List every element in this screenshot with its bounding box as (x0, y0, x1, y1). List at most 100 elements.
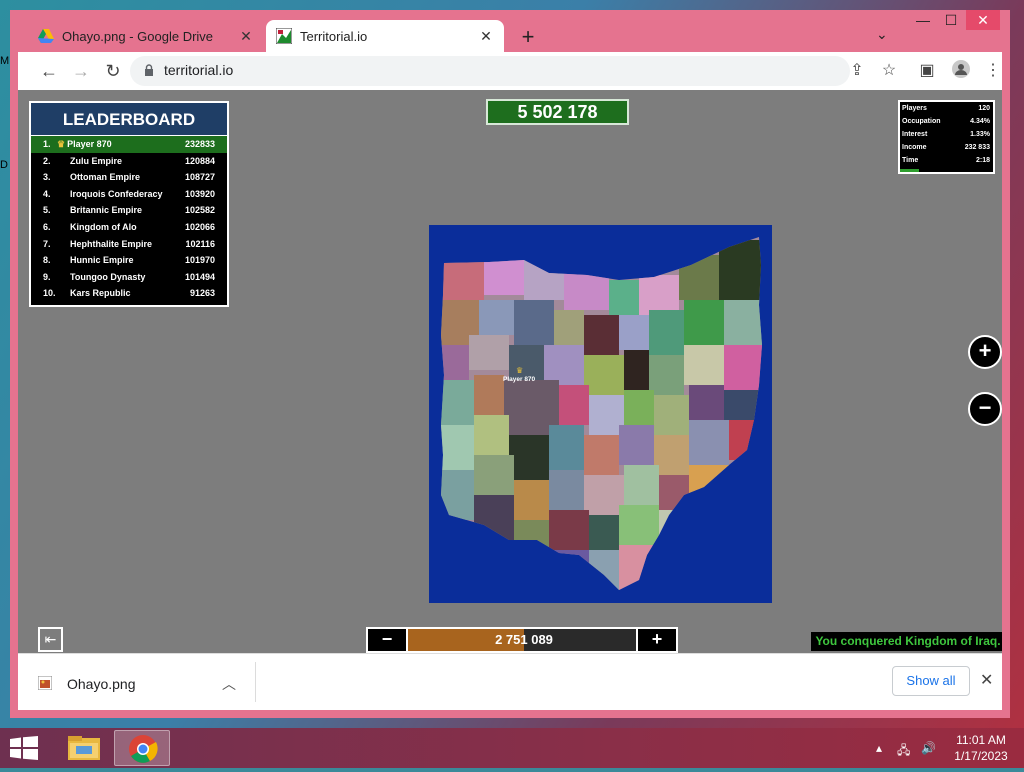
leaderboard-rows: 1. ♛ Player 870 232833 2. Zulu Empire 120884 3.… (31, 136, 227, 302)
attack-slider[interactable]: − 2 751 089 + (366, 627, 678, 653)
attack-increase-button[interactable]: + (636, 629, 676, 651)
zoom-out-button[interactable]: − (968, 392, 1002, 426)
tab-close-icon[interactable]: ✕ (478, 28, 494, 45)
territory-map[interactable] (429, 225, 772, 603)
game-map[interactable]: ♛ Player 870 (429, 225, 772, 603)
browser-toolbar: ← → ↻ territorial.io ⇪ ☆ ▣ ⋮ (18, 52, 1002, 90)
show-all-button[interactable]: Show all (892, 666, 970, 696)
address-bar[interactable]: territorial.io (130, 56, 850, 86)
game-viewport[interactable]: LEADERBOARD 1. ♛ Player 870 232833 2. Zulu Em… (18, 90, 1002, 653)
download-bar: Ohayo.png ︿ Show all ✕ (18, 653, 1002, 710)
stats-row: Interest 1.33% (900, 128, 993, 141)
stats-row: Time 2:18 (900, 154, 993, 167)
image-file-icon (38, 676, 52, 690)
leaderboard-name-text: Kars Republic (70, 288, 131, 299)
tab-title: Ohayo.png - Google Drive (62, 28, 214, 44)
leaderboard-name-text: Player 870 (67, 139, 112, 149)
leaderboard-value: 102582 (184, 205, 215, 216)
leaderboard: LEADERBOARD 1. ♛ Player 870 232833 2. Zulu Em… (29, 101, 229, 307)
forward-arrow-icon[interactable]: → (70, 60, 92, 82)
tab-title: Territorial.io (300, 28, 368, 44)
leaderboard-name-text: Hephthalite Empire (70, 238, 153, 249)
crown-icon: ♛ (57, 139, 66, 149)
side-panel-icon[interactable]: ▣ (916, 60, 938, 80)
leaderboard-row: 2. Zulu Empire 120884 (31, 153, 227, 170)
stats-label: Interest (902, 131, 928, 138)
leaderboard-value: 101970 (184, 255, 215, 266)
stats-value: 120 (978, 105, 990, 112)
menu-kebab-icon[interactable]: ⋮ (982, 60, 1004, 80)
volume-icon[interactable]: 🔊 (921, 741, 936, 755)
leaderboard-value: 91263 (189, 288, 215, 299)
leaderboard-name-text: Hunnic Empire (70, 255, 134, 266)
leaderboard-name: Hephthalite Empire (70, 239, 152, 249)
desktop-label-m: M (0, 55, 10, 67)
file-explorer-taskbar-icon[interactable] (56, 730, 112, 766)
tab-close-icon[interactable]: ✕ (238, 28, 254, 45)
taskbar: ▴ 🖧 🔊 11:01 AM 1/17/2023 (0, 728, 1024, 768)
system-clock[interactable]: 11:01 AM 1/17/2023 (948, 732, 1014, 764)
bookmark-star-icon[interactable]: ☆ (878, 60, 900, 80)
back-arrow-icon[interactable]: ← (38, 60, 60, 82)
exit-game-icon[interactable]: ⇤ (38, 627, 63, 652)
maximize-button[interactable]: ☐ (934, 12, 968, 29)
leaderboard-rank: 1. (43, 139, 51, 149)
tab-google-drive[interactable]: Ohayo.png - Google Drive ✕ (28, 20, 264, 52)
tab-territorial[interactable]: Territorial.io ✕ (266, 20, 504, 52)
url-text: territorial.io (164, 62, 234, 78)
leaderboard-row: 6. Kingdom of Alo 102066 (31, 219, 227, 236)
leaderboard-row: 10. Kars Republic 91263 (31, 285, 227, 302)
leaderboard-name: Kars Republic (70, 288, 131, 298)
leaderboard-rank: 6. (43, 221, 51, 232)
tab-search-chevron-icon[interactable]: ⌄ (876, 26, 888, 43)
download-file-name[interactable]: Ohayo.png (67, 676, 136, 692)
leaderboard-row: 1. ♛ Player 870 232833 (31, 136, 227, 153)
ohio-territories (441, 237, 762, 590)
leaderboard-name: Hunnic Empire (70, 255, 134, 265)
attack-decrease-button[interactable]: − (368, 629, 408, 651)
windows-start-icon[interactable] (10, 736, 38, 760)
chevron-up-icon[interactable]: ︿ (222, 674, 236, 694)
leaderboard-name: Ottoman Empire (70, 172, 140, 182)
player-map-label: Player 870 (503, 376, 536, 383)
new-tab-button[interactable]: + (516, 24, 540, 50)
attack-slider-track[interactable]: 2 751 089 (408, 629, 640, 651)
stats-rows: Players 120 Occupation 4.34% Interest 1.33% In… (900, 102, 993, 167)
stats-value: 4.34% (970, 118, 990, 125)
leaderboard-row: 9. Toungoo Dynasty 101494 (31, 269, 227, 286)
leaderboard-rank: 5. (43, 205, 51, 216)
network-icon[interactable]: 🖧 (897, 741, 910, 762)
leaderboard-value: 120884 (184, 155, 215, 166)
leaderboard-rank: 7. (43, 238, 51, 249)
zoom-in-button[interactable]: + (968, 335, 1002, 369)
leaderboard-name-text: Kingdom of Alo (70, 221, 137, 232)
lock-icon (145, 64, 153, 76)
profile-avatar-icon[interactable] (950, 60, 972, 83)
leaderboard-value: 232833 (184, 139, 215, 149)
share-icon[interactable]: ⇪ (846, 60, 868, 80)
leaderboard-row: 3. Ottoman Empire 108727 (31, 169, 227, 186)
game-message: You conquered Kingdom of Iraq. (811, 632, 1002, 651)
leaderboard-name: Kingdom of Alo (70, 222, 137, 232)
close-download-bar-icon[interactable]: ✕ (980, 670, 993, 690)
leaderboard-row: 4. Iroquois Confederacy 103920 (31, 186, 227, 203)
leaderboard-name: ♛ Player 870 (57, 139, 112, 150)
stats-label: Income (902, 144, 927, 151)
player-crown-icon: ♛ (516, 366, 524, 375)
stats-value: 1.33% (970, 131, 990, 138)
reload-icon[interactable]: ↻ (102, 60, 124, 82)
tray-chevron-up-icon[interactable]: ▴ (876, 741, 882, 755)
chrome-taskbar-icon[interactable] (114, 730, 170, 766)
leaderboard-rank: 10. (43, 288, 56, 299)
leaderboard-value: 101494 (184, 271, 215, 282)
download-divider (255, 662, 256, 702)
stats-label: Occupation (902, 118, 941, 125)
stats-label: Players (902, 105, 927, 112)
close-window-button[interactable]: ✕ (966, 10, 1000, 30)
leaderboard-rank: 8. (43, 255, 51, 266)
tab-strip: Ohayo.png - Google Drive ✕ Territorial.i… (10, 10, 1010, 52)
google-drive-icon (38, 29, 54, 43)
clock-date: 1/17/2023 (954, 749, 1008, 763)
desktop-label-d: D (0, 159, 8, 171)
leaderboard-rank: 4. (43, 188, 51, 199)
